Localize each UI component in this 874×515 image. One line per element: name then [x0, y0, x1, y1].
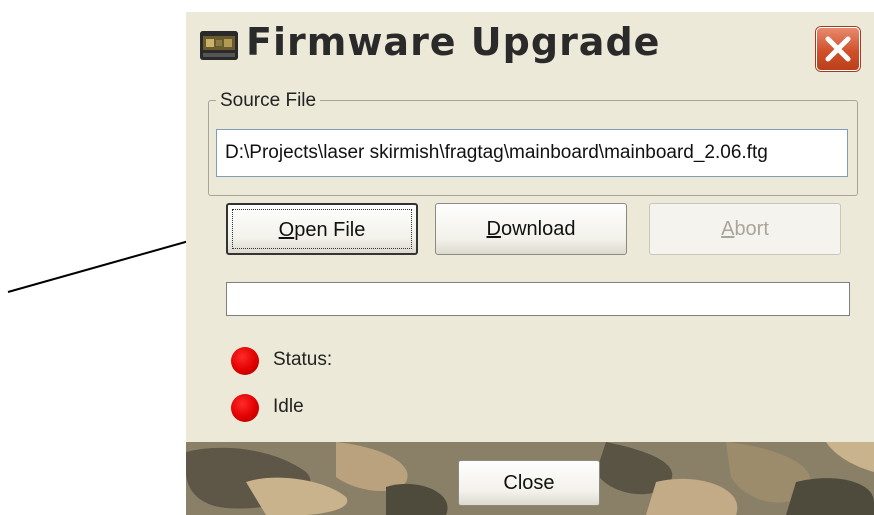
- status-value: Idle: [273, 396, 304, 417]
- abort-button-label: Abort: [721, 218, 769, 240]
- close-button[interactable]: Close: [458, 460, 600, 506]
- download-label-rest: ownload: [500, 218, 576, 240]
- source-file-path-field[interactable]: D:\Projects\laser skirmish\fragtag\mainb…: [216, 129, 848, 177]
- download-mnemonic: D: [486, 218, 501, 240]
- open-file-mnemonic: O: [278, 219, 295, 241]
- status-led-icon: [231, 347, 259, 375]
- abort-button[interactable]: Abort: [649, 203, 841, 255]
- progress-bar: [226, 282, 850, 316]
- window-title: Firmware Upgrade: [246, 20, 661, 64]
- close-window-button[interactable]: [816, 27, 860, 71]
- download-button-label: Download: [487, 218, 576, 240]
- idle-led-icon: [231, 394, 259, 422]
- source-file-label: Source File: [216, 90, 321, 112]
- abort-mnemonic: A: [721, 218, 735, 240]
- open-file-label-rest: pen File: [294, 219, 366, 241]
- open-file-button-label: Open File: [279, 219, 366, 241]
- download-button[interactable]: Download: [435, 203, 627, 255]
- close-x-icon: [825, 36, 851, 62]
- firmware-chip-icon: [200, 31, 238, 60]
- open-file-button[interactable]: Open File: [226, 203, 418, 255]
- status-label: Status:: [273, 349, 333, 370]
- abort-label-rest: bort: [734, 218, 769, 240]
- source-file-path-value: D:\Projects\laser skirmish\fragtag\mainb…: [225, 142, 768, 163]
- firmware-upgrade-dialog: Firmware Upgrade Source File D:\Projects…: [186, 12, 874, 515]
- title-bar: Firmware Upgrade: [186, 12, 874, 76]
